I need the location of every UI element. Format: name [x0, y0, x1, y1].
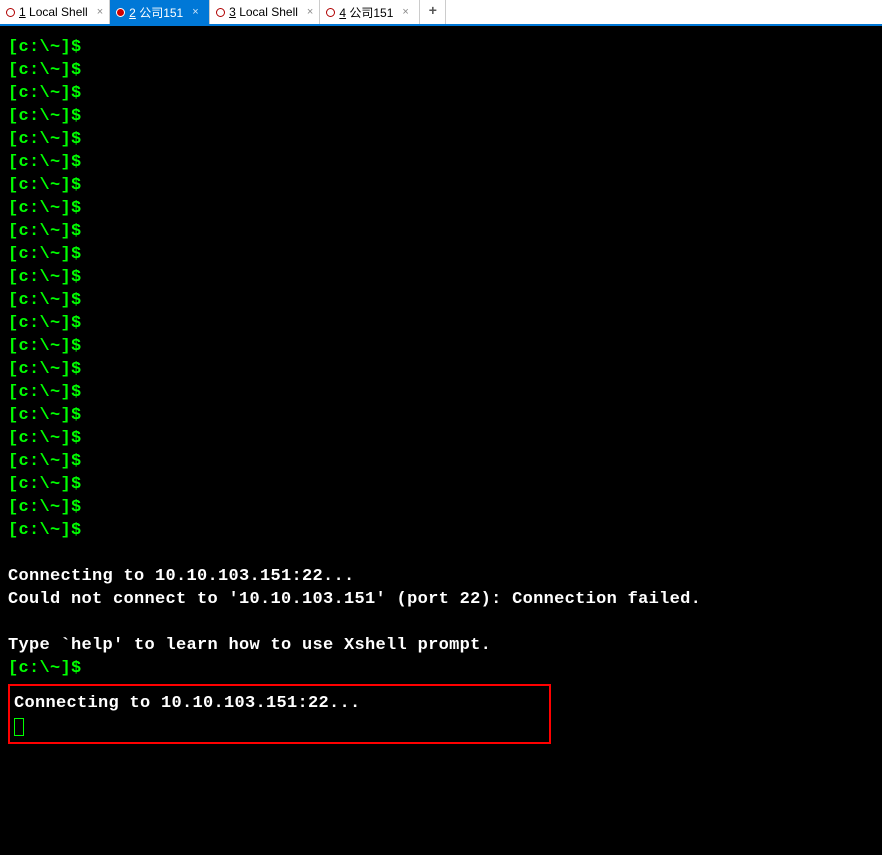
prompt-line: [c:\~]$: [8, 427, 874, 450]
tab-label: 2 公司151: [129, 4, 183, 21]
prompt-line: [c:\~]$: [8, 312, 874, 335]
blank-line: [8, 542, 874, 565]
prompt-line: [c:\~]$: [8, 381, 874, 404]
tab-2[interactable]: 2 公司151 ×: [110, 0, 210, 24]
tab-bar-rest: [446, 0, 882, 24]
prompt-line: [c:\~]$: [8, 197, 874, 220]
connecting-message: Connecting to 10.10.103.151:22...: [8, 565, 874, 588]
prompt-line: [c:\~]$: [8, 358, 874, 381]
tab-1[interactable]: 1 Local Shell ×: [0, 0, 110, 24]
prompt-line: [c:\~]$: [8, 335, 874, 358]
prompt-line: [c:\~]$: [8, 243, 874, 266]
prompt-line: [c:\~]$: [8, 496, 874, 519]
cursor-icon: [14, 718, 24, 736]
close-icon[interactable]: ×: [305, 6, 315, 18]
prompt-line: [c:\~]$: [8, 473, 874, 496]
tab-label: 1 Local Shell: [19, 5, 88, 19]
prompt-line: [c:\~]$: [8, 128, 874, 151]
status-dot-icon: [326, 8, 335, 17]
terminal-area[interactable]: [c:\~]$[c:\~]$[c:\~]$[c:\~]$[c:\~]$[c:\~…: [0, 26, 882, 752]
tab-label: 4 公司151: [339, 4, 393, 21]
prompt-line: [c:\~]$: [8, 105, 874, 128]
prompt-line: [c:\~]$: [8, 151, 874, 174]
status-dot-icon: [116, 8, 125, 17]
status-dot-icon: [216, 8, 225, 17]
close-icon[interactable]: ×: [190, 6, 200, 18]
status-dot-icon: [6, 8, 15, 17]
tab-bar: 1 Local Shell×2 公司151×3 Local Shell×4 公司…: [0, 0, 882, 26]
prompt-line: [c:\~]$: [8, 36, 874, 59]
blank-line: [8, 611, 874, 634]
prompt-line: [c:\~]$: [8, 266, 874, 289]
help-message: Type `help' to learn how to use Xshell p…: [8, 634, 874, 657]
prompt-line: [c:\~]$: [8, 289, 874, 312]
tab-3[interactable]: 3 Local Shell ×: [210, 0, 320, 24]
prompt-line: [c:\~]$: [8, 59, 874, 82]
cursor-line: [14, 715, 545, 738]
tab-label: 3 Local Shell: [229, 5, 298, 19]
tab-4[interactable]: 4 公司151 ×: [320, 0, 420, 24]
prompt-line: [c:\~]$: [8, 450, 874, 473]
close-icon[interactable]: ×: [95, 6, 105, 18]
prompt-line: [c:\~]$: [8, 220, 874, 243]
prompt-line: [c:\~]$: [8, 82, 874, 105]
highlight-box: Connecting to 10.10.103.151:22...: [8, 684, 551, 744]
prompt-line: [c:\~]$: [8, 657, 874, 680]
prompt-line: [c:\~]$: [8, 519, 874, 542]
add-tab-button[interactable]: +: [420, 0, 446, 24]
connection-failed-message: Could not connect to '10.10.103.151' (po…: [8, 588, 874, 611]
boxed-connecting-message: Connecting to 10.10.103.151:22...: [14, 692, 545, 715]
prompt-line: [c:\~]$: [8, 404, 874, 427]
prompt-line: [c:\~]$: [8, 174, 874, 197]
close-icon[interactable]: ×: [400, 6, 410, 18]
